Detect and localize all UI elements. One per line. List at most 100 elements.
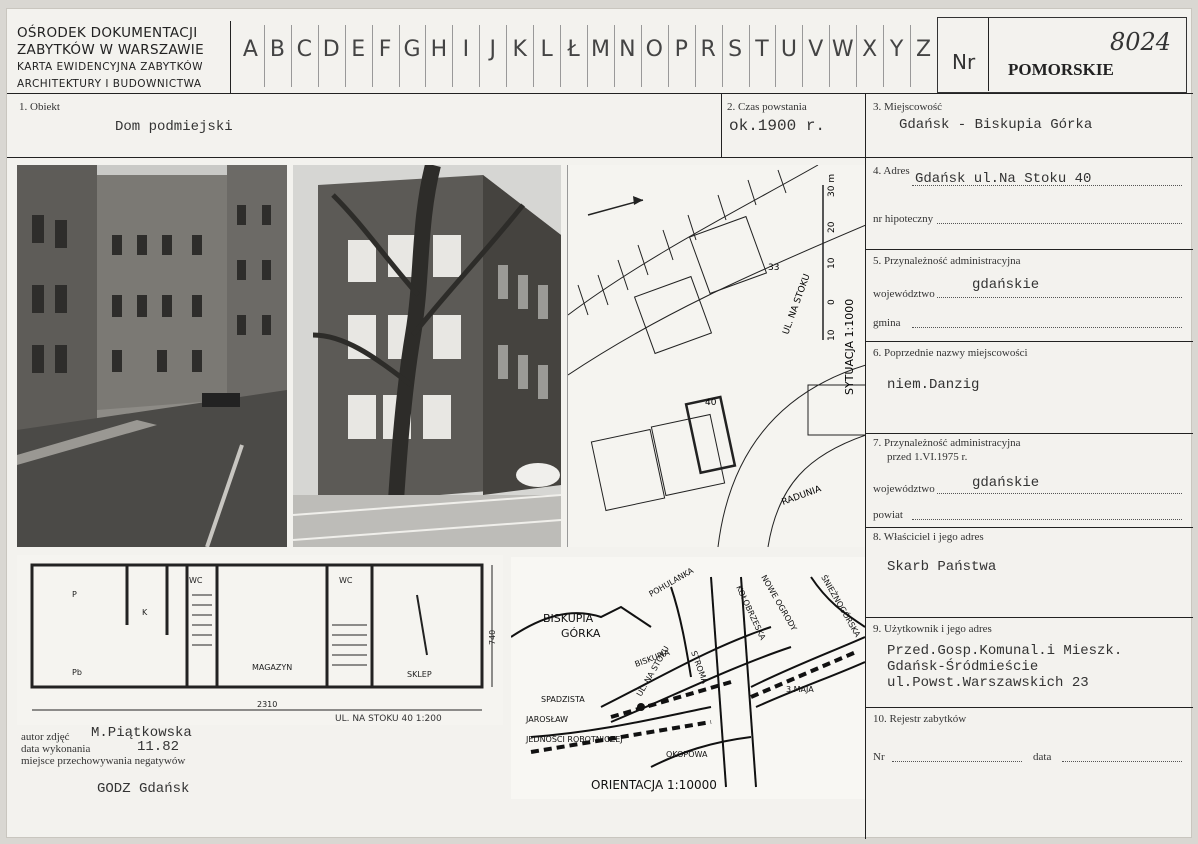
room-magazyn: MAGAZYN bbox=[252, 663, 292, 672]
index-letter: H bbox=[430, 37, 448, 62]
letter-separator bbox=[721, 25, 723, 87]
author-label: autor zdjęć bbox=[21, 731, 70, 743]
floor-plan: P K WC WC Pb MAGAZYN SKLEP 2310 740 UL. … bbox=[17, 555, 503, 725]
index-letters: ABCDEFGHIJKLŁMNOPRSTUVWXYZ bbox=[237, 21, 937, 91]
owner-value: Skarb Państwa bbox=[887, 559, 997, 575]
label-gorka: GÓRKA bbox=[561, 627, 601, 640]
street-label-na-stoku: UL. NA STOKU bbox=[781, 273, 812, 336]
index-letter: S bbox=[728, 37, 743, 62]
house-photo bbox=[293, 165, 561, 547]
date-value: ok.1900 r. bbox=[729, 117, 826, 135]
label-pohulanka: POHULANKA bbox=[648, 566, 696, 599]
site-plan-scale: SYTUACJA 1:1000 bbox=[843, 299, 856, 395]
institution-line-2: ZABYTKÓW W WARSZAWIE bbox=[17, 42, 204, 58]
number-box: Nr POMORSKIE 8024 bbox=[937, 17, 1187, 93]
voivodeship-label: województwo bbox=[873, 288, 935, 300]
orientation-map-drawing: BISKUPIA GÓRKA POHULANKA BISKUPIA UL. NA… bbox=[510, 566, 866, 792]
card-type-line-1: KARTA EWIDENCYJNA ZABYTKÓW bbox=[17, 61, 204, 73]
label-jednosci-robotniczej: JEDNOŚCI ROBOTNICZEJ bbox=[525, 733, 623, 744]
index-letter: D bbox=[322, 37, 340, 62]
label-jaroslaw: JAROSŁAW bbox=[525, 715, 568, 724]
letter-separator bbox=[371, 25, 373, 87]
former-names-value: niem.Danzig bbox=[887, 377, 980, 393]
room-wc-1: WC bbox=[189, 576, 203, 585]
owner-label: 8. Właściciel i jego adres bbox=[873, 531, 984, 543]
letter-separator bbox=[694, 25, 696, 87]
letter-separator bbox=[479, 25, 481, 87]
index-letter: L bbox=[540, 37, 553, 62]
index-letter: Ł bbox=[567, 37, 580, 62]
registry-nr-label: Nr bbox=[873, 751, 885, 763]
nr-label: Nr bbox=[952, 50, 976, 74]
house-photo-image bbox=[293, 165, 561, 547]
voivodeship-before-value: gdańskie bbox=[972, 475, 1040, 491]
registry-label: 10. Rejestr zabytków bbox=[873, 713, 967, 725]
width-dimension: 2310 bbox=[257, 700, 277, 709]
letter-separator bbox=[263, 25, 265, 87]
index-letter: J bbox=[489, 37, 497, 62]
letter-separator bbox=[640, 25, 642, 87]
letter-separator bbox=[317, 25, 319, 87]
letter-separator bbox=[452, 25, 454, 87]
site-plan-drawing: 33 40 UL. NA STOKU RADUNIA SYTUACJA 1:10… bbox=[567, 164, 867, 548]
plot-number: 33 bbox=[768, 263, 779, 273]
card-number: 8024 bbox=[1110, 28, 1172, 56]
street-photo-image bbox=[17, 165, 287, 547]
orientation-map-caption: ORIENTACJA 1:10000 bbox=[591, 778, 717, 792]
registry-date-label: data bbox=[1033, 751, 1052, 763]
room-k: K bbox=[142, 608, 148, 617]
index-letter: P bbox=[674, 37, 688, 62]
house-number: 40 bbox=[705, 398, 717, 408]
storage-value: GODZ Gdańsk bbox=[97, 781, 190, 797]
letter-separator bbox=[344, 25, 346, 87]
photo-date-value: 11.82 bbox=[137, 739, 180, 755]
index-letter: U bbox=[780, 37, 797, 62]
orientation-map: BISKUPIA GÓRKA POHULANKA BISKUPIA UL. NA… bbox=[510, 557, 866, 799]
admin-label: 5. Przynależność administracyjna bbox=[873, 255, 1021, 267]
date-label: 2. Czas powstania bbox=[727, 101, 807, 113]
scale-tick-10b: 10 bbox=[827, 329, 837, 341]
index-letter: A bbox=[242, 37, 258, 62]
letter-separator bbox=[560, 25, 562, 87]
index-letter: T bbox=[755, 37, 769, 62]
letter-separator bbox=[802, 25, 804, 87]
inventory-card: OŚRODEK DOKUMENTACJI ZABYTKÓW W WARSZAWI… bbox=[6, 8, 1193, 839]
letter-separator bbox=[748, 25, 750, 87]
label-biskupia: BISKUPIA bbox=[543, 612, 594, 625]
index-letter: F bbox=[378, 37, 392, 62]
letter-separator bbox=[398, 25, 400, 87]
letter-separator bbox=[775, 25, 777, 87]
letter-separator bbox=[290, 25, 292, 87]
label-spadzista: SPADZISTA bbox=[541, 695, 585, 704]
index-letter: C bbox=[296, 37, 312, 62]
index-letter: V bbox=[808, 37, 824, 62]
room-wc-2: WC bbox=[339, 576, 353, 585]
district-label: powiat bbox=[873, 509, 903, 521]
index-letter: X bbox=[862, 37, 878, 62]
floor-plan-drawing: P K WC WC Pb MAGAZYN SKLEP 2310 740 UL. … bbox=[30, 563, 497, 724]
object-value: Dom podmiejski bbox=[115, 119, 233, 135]
room-sklep: SKLEP bbox=[407, 670, 432, 679]
voivodeship-value: gdańskie bbox=[972, 277, 1040, 293]
street-label-radunia: RADUNIA bbox=[781, 484, 824, 508]
letter-separator bbox=[613, 25, 615, 87]
index-letter: E bbox=[351, 37, 366, 62]
institution-name: OŚRODEK DOKUMENTACJI ZABYTKÓW W WARSZAWI… bbox=[17, 25, 204, 93]
admin-before-label-2: przed 1.VI.1975 r. bbox=[887, 451, 968, 463]
letter-separator bbox=[856, 25, 858, 87]
label-stroma: STROMA bbox=[689, 650, 709, 686]
address-label: 4. Adres bbox=[873, 165, 910, 177]
letter-separator bbox=[533, 25, 535, 87]
index-letter: I bbox=[462, 37, 470, 62]
letter-separator bbox=[910, 25, 912, 87]
commune-label: gmina bbox=[873, 317, 901, 329]
scale-tick-20: 20 bbox=[827, 221, 837, 233]
label-3-maja: 3 MAJA bbox=[786, 685, 814, 694]
user-line-2: Gdańsk-Śródmieście bbox=[887, 659, 1039, 675]
index-letter: K bbox=[512, 37, 527, 62]
user-label: 9. Użytkownik i jego adres bbox=[873, 623, 992, 635]
label-nowe-ogrody: NOWE OGRODY bbox=[759, 574, 798, 633]
voivodeship-before-label: województwo bbox=[873, 483, 935, 495]
letter-separator bbox=[425, 25, 427, 87]
scale-tick-30: 30 m bbox=[827, 174, 837, 197]
